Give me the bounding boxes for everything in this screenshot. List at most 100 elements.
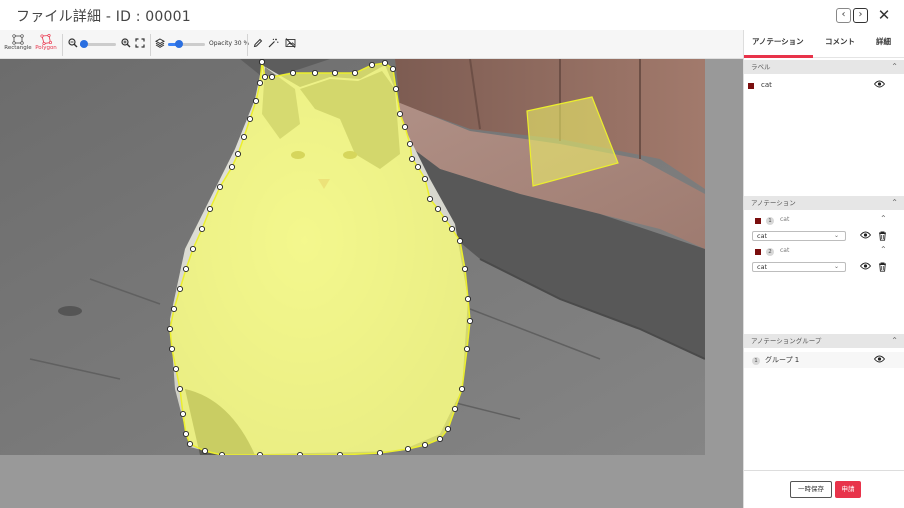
polygon-vertex-handle[interactable] (451, 405, 459, 413)
polygon-vertex-handle[interactable] (256, 451, 264, 455)
polygon-vertex-handle[interactable] (392, 85, 400, 93)
polygon-vertex-handle[interactable] (421, 441, 429, 449)
polygon-vertex-handle[interactable] (401, 123, 409, 131)
polygon-vertex-handle[interactable] (176, 285, 184, 293)
polygon-vertex-handle[interactable] (441, 215, 449, 223)
polygon-vertex-handle[interactable] (261, 73, 269, 81)
polygon-vertex-handle[interactable] (258, 59, 266, 66)
zoom-slider-knob[interactable] (80, 40, 88, 48)
zoom-out-button[interactable] (66, 38, 79, 51)
polygon-vertex-handle[interactable] (376, 449, 384, 455)
fit-screen-button[interactable] (133, 38, 146, 51)
polygon-vertex-handle[interactable] (436, 435, 444, 443)
polygon-vertex-handle[interactable] (252, 97, 260, 105)
polygon-vertex-handle[interactable] (198, 225, 206, 233)
polygon-vertex-handle[interactable] (464, 295, 472, 303)
polygon-vertex-handle[interactable] (216, 183, 224, 191)
trash-icon[interactable] (877, 262, 888, 273)
polygon-vertex-handle[interactable] (311, 69, 319, 77)
label-item[interactable]: cat (744, 79, 904, 93)
polygon-vertex-handle[interactable] (228, 163, 236, 171)
polygon-vertex-handle[interactable] (396, 110, 404, 118)
eye-icon[interactable] (859, 262, 872, 273)
polygon-vertex-handle[interactable] (389, 65, 397, 73)
polygon-vertex-handle[interactable] (172, 365, 180, 373)
polygon-vertex-handle[interactable] (186, 440, 194, 448)
polygon-vertex-handle[interactable] (421, 175, 429, 183)
save-draft-button[interactable]: 一時保存 (790, 481, 832, 498)
annotation-label-select[interactable]: cat ⌄ (752, 262, 846, 272)
polygon-vertex-handle[interactable] (289, 69, 297, 77)
polygon-vertex-handle[interactable] (381, 59, 389, 67)
magic-wand-button[interactable] (267, 38, 280, 51)
hide-annotations-button[interactable] (284, 38, 297, 51)
eye-icon[interactable] (873, 80, 886, 91)
chevron-up-icon[interactable]: ⌃ (891, 60, 898, 74)
chevron-up-icon[interactable]: ⌃ (891, 334, 898, 348)
trash-icon[interactable] (877, 231, 888, 242)
polygon-vertex-handle[interactable] (414, 163, 422, 171)
chevron-up-icon[interactable]: ⌃ (880, 214, 887, 223)
layers-button[interactable] (153, 38, 166, 51)
annotation-item[interactable]: 2 cat ⌃ cat ⌄ (744, 243, 904, 273)
tab-details[interactable]: 詳細 (876, 36, 891, 47)
polygon-vertex-handle[interactable] (368, 61, 376, 69)
polygon-vertex-handle[interactable] (218, 451, 226, 455)
polygon-vertex-handle[interactable] (408, 155, 416, 163)
zoom-slider[interactable] (80, 40, 116, 48)
submit-button[interactable]: 申請 (835, 481, 861, 498)
polygon-vertex-handle[interactable] (166, 325, 174, 333)
next-file-button[interactable]: › (853, 8, 868, 23)
pencil-button[interactable] (251, 38, 264, 51)
polygon-vertex-handle[interactable] (240, 133, 248, 141)
polygon-vertex-handle[interactable] (296, 451, 304, 455)
labels-section-header[interactable]: ラベル ⌃ (744, 60, 904, 74)
chevron-up-icon[interactable]: ⌃ (891, 196, 898, 210)
polygon-vertex-handle[interactable] (426, 195, 434, 203)
eye-icon[interactable] (873, 355, 886, 366)
polygon-vertex-handle[interactable] (336, 451, 344, 455)
annotation-canvas[interactable] (0, 59, 743, 508)
polygon-vertex-handle[interactable] (170, 305, 178, 313)
polygon-vertex-handle[interactable] (444, 425, 452, 433)
polygon-vertex-handle[interactable] (466, 317, 474, 325)
polygon-vertex-handle[interactable] (168, 345, 176, 353)
cat-photo[interactable] (0, 59, 705, 455)
close-button[interactable]: ✕ (876, 7, 892, 23)
polygon-vertex-handle[interactable] (434, 205, 442, 213)
tab-comment[interactable]: コメント (825, 36, 855, 47)
chevron-up-icon[interactable]: ⌃ (880, 245, 887, 254)
polygon-vertex-handle[interactable] (463, 345, 471, 353)
polygon-vertex-handle[interactable] (268, 73, 276, 81)
annotation-groups-section-header[interactable]: アノテーショングループ ⌃ (744, 334, 904, 348)
polygon-tool-button[interactable]: Polygon (31, 33, 61, 57)
polygon-vertex-handle[interactable] (351, 69, 359, 77)
annotations-section-header[interactable]: アノテーション ⌃ (744, 196, 904, 210)
opacity-slider[interactable] (168, 40, 205, 48)
polygon-vertex-handle[interactable] (176, 385, 184, 393)
polygon-vertex-handle[interactable] (461, 265, 469, 273)
group-item[interactable]: 1 グループ 1 (744, 352, 904, 368)
polygon-vertex-handle[interactable] (201, 447, 209, 455)
polygon-vertex-handle[interactable] (189, 245, 197, 253)
zoom-in-button[interactable] (119, 38, 132, 51)
polygon-vertex-handle[interactable] (179, 410, 187, 418)
polygon-vertex-handle[interactable] (182, 265, 190, 273)
tab-annotation[interactable]: アノテーション (752, 36, 804, 47)
annotation-item[interactable]: 1 cat ⌃ cat ⌄ (744, 212, 904, 242)
opacity-slider-knob[interactable] (175, 40, 183, 48)
polygon-vertex-handle[interactable] (234, 150, 242, 158)
polygon-vertex-handle[interactable] (456, 237, 464, 245)
polygon-vertex-handle[interactable] (406, 140, 414, 148)
rectangle-tool-button[interactable]: Rectangle (3, 33, 33, 57)
eye-icon[interactable] (859, 231, 872, 242)
polygon-vertex-handle[interactable] (448, 225, 456, 233)
polygon-vertex-handle[interactable] (206, 205, 214, 213)
annotation-label-select[interactable]: cat ⌄ (752, 231, 846, 241)
polygon-vertex-handle[interactable] (182, 430, 190, 438)
polygon-vertex-handle[interactable] (331, 69, 339, 77)
polygon-vertex-handle[interactable] (404, 445, 412, 453)
prev-file-button[interactable]: ‹ (836, 8, 851, 23)
polygon-vertex-handle[interactable] (458, 385, 466, 393)
polygon-vertex-handle[interactable] (246, 115, 254, 123)
